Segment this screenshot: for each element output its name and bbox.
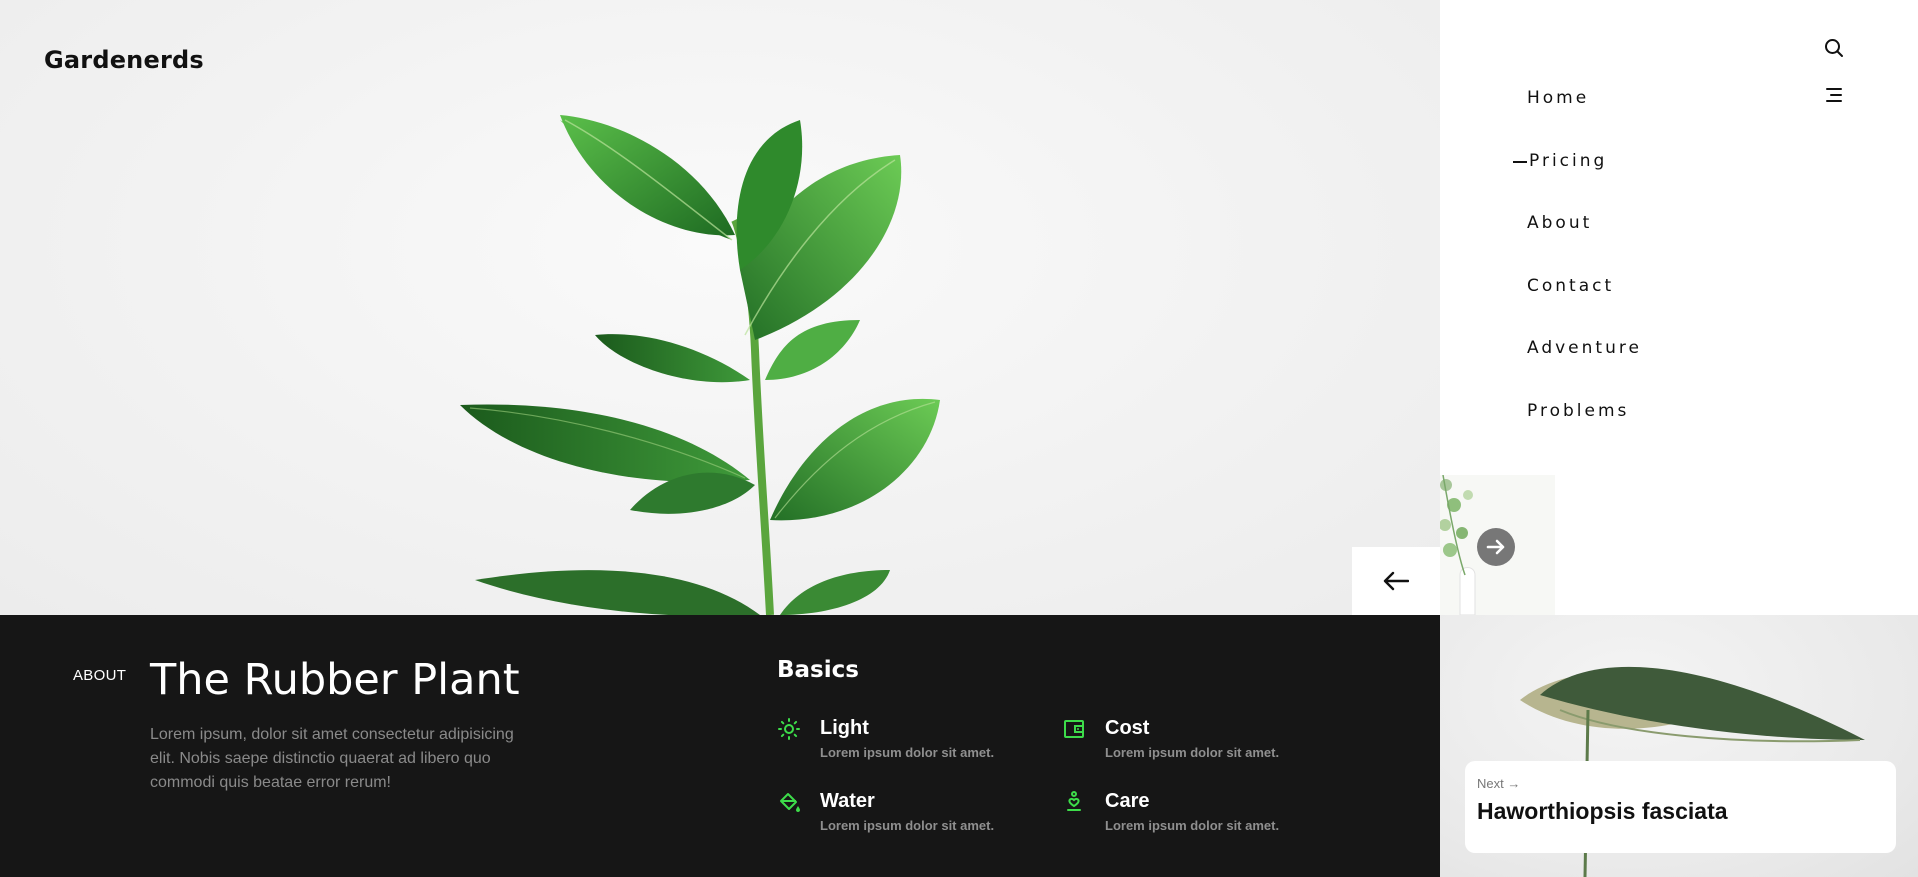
sun-icon: [778, 718, 800, 740]
wallet-icon: [1064, 720, 1084, 738]
nav-item-pricing[interactable]: Pricing: [1513, 150, 1642, 214]
nav-item-problems[interactable]: Problems: [1527, 401, 1642, 464]
next-kicker: Next →: [1477, 776, 1521, 791]
nav-item-home[interactable]: Home: [1527, 88, 1642, 151]
prev-slide-button[interactable]: [1352, 547, 1440, 615]
menu-icon: [1826, 88, 1842, 102]
nav-item-label: About: [1527, 213, 1593, 233]
thumbnail-next-button[interactable]: [1477, 528, 1515, 566]
feature-label: Water: [820, 790, 875, 812]
main-nav: Home Pricing About Contact Adventure Pro…: [1513, 88, 1642, 464]
nav-item-label: Home: [1527, 88, 1590, 108]
menu-button[interactable]: [1823, 84, 1845, 106]
feature-description: Lorem ipsum dolor sit amet.: [820, 745, 995, 760]
active-indicator: [1513, 160, 1527, 163]
nav-item-label: Contact: [1527, 275, 1615, 296]
feature-care: Care Lorem ipsum dolor sit amet.: [1062, 788, 1342, 834]
section-kicker: ABOUT: [73, 667, 127, 684]
next-plant-card[interactable]: Next → Haworthiopsis fasciata: [1465, 761, 1896, 853]
plant-title: The Rubber Plant: [150, 655, 520, 705]
feature-water: Water Lorem ipsum dolor sit amet.: [777, 788, 1057, 834]
nav-item-label: Adventure: [1527, 338, 1642, 358]
nav-item-contact[interactable]: Contact: [1527, 276, 1642, 339]
feature-description: Lorem ipsum dolor sit amet.: [1105, 818, 1280, 833]
feature-cost: Cost Lorem ipsum dolor sit amet.: [1062, 715, 1342, 761]
hand-heart-icon: [1067, 791, 1081, 811]
paint-bucket-icon: [780, 793, 800, 812]
next-plant-title: Haworthiopsis fasciata: [1477, 798, 1728, 824]
arrow-right-circle-icon: [1486, 539, 1505, 555]
plant-info-section: ABOUT The Rubber Plant Lorem ipsum, dolo…: [0, 615, 1440, 877]
basics-heading: Basics: [777, 657, 859, 683]
nav-item-label: Problems: [1527, 400, 1630, 421]
feature-label: Care: [1105, 790, 1150, 812]
brand-logo[interactable]: Gardenerds: [44, 46, 204, 74]
feature-light: Light Lorem ipsum dolor sit amet.: [777, 715, 1057, 761]
feature-description: Lorem ipsum dolor sit amet.: [1105, 745, 1280, 760]
search-icon: [1825, 39, 1843, 57]
rubber-plant-image: [460, 115, 940, 615]
hero-section: Gardenerds: [0, 0, 1440, 615]
arrow-left-icon: [1383, 571, 1409, 591]
nav-item-adventure[interactable]: Adventure: [1527, 338, 1642, 401]
nav-item-label: Pricing: [1529, 150, 1608, 171]
feature-description: Lorem ipsum dolor sit amet.: [820, 818, 995, 833]
search-button[interactable]: [1823, 37, 1845, 59]
feature-label: Light: [820, 717, 869, 739]
nav-item-about[interactable]: About: [1527, 213, 1642, 276]
plant-description: Lorem ipsum, dolor sit amet consectetur …: [150, 726, 514, 791]
feature-label: Cost: [1105, 717, 1150, 739]
